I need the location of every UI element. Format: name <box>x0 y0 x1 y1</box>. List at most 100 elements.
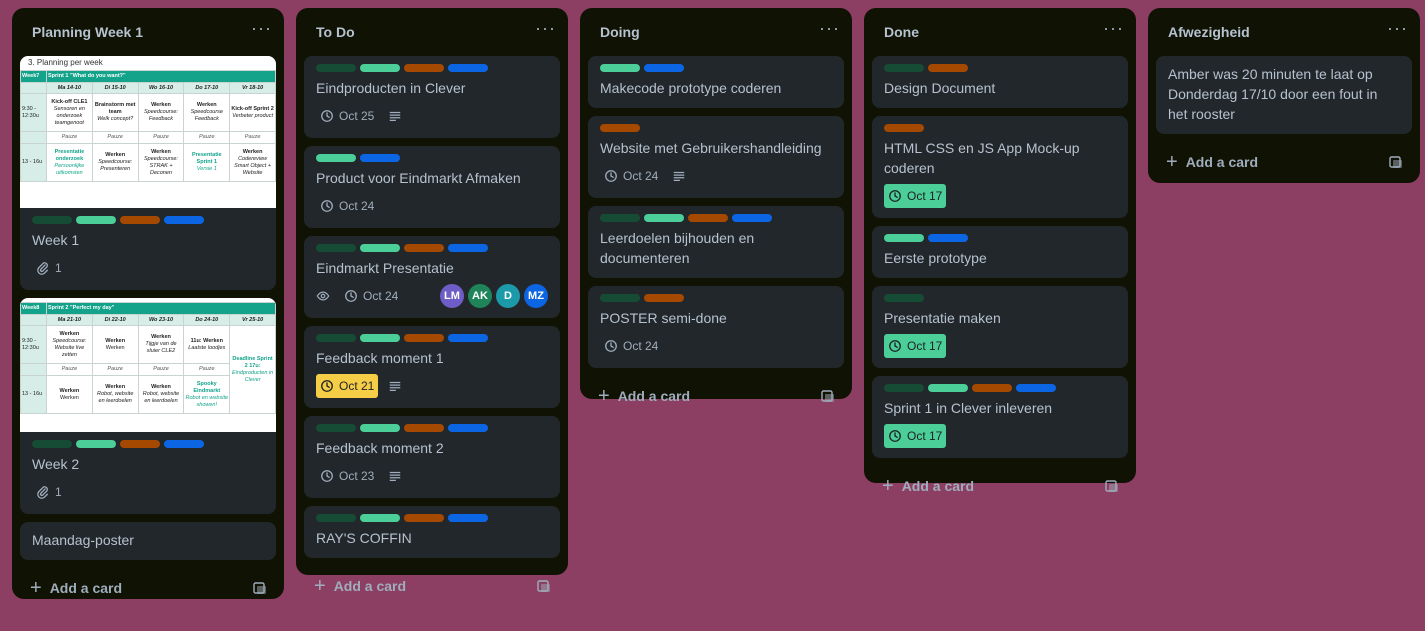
label-orange[interactable] <box>688 214 728 222</box>
label-orange[interactable] <box>972 384 1012 392</box>
label-blue[interactable] <box>644 64 684 72</box>
label-blue[interactable] <box>1016 384 1056 392</box>
label-darkgreen[interactable] <box>884 384 924 392</box>
label-blue[interactable] <box>164 440 204 448</box>
avatar[interactable]: D <box>496 284 520 308</box>
card-eindmarkt-presentatie[interactable]: Eindmarkt Presentatie Oct 24 LM AK D MZ <box>304 236 560 318</box>
due-date-badge[interactable]: Oct 24 <box>340 284 402 308</box>
label-green[interactable] <box>884 234 924 242</box>
label-orange[interactable] <box>404 424 444 432</box>
label-blue[interactable] <box>448 424 488 432</box>
card-makecode-prototype[interactable]: Makecode prototype coderen <box>588 56 844 108</box>
label-darkgreen[interactable] <box>32 216 72 224</box>
label-blue[interactable] <box>732 214 772 222</box>
due-date-badge[interactable]: Oct 24 <box>600 334 662 358</box>
card-presentatie-maken[interactable]: Presentatie maken Oct 17 <box>872 286 1128 368</box>
list-title[interactable]: Done <box>884 24 919 40</box>
label-orange[interactable] <box>404 64 444 72</box>
due-date-badge[interactable]: Oct 24 <box>316 194 378 218</box>
add-card-button[interactable]: + Add a card <box>1166 152 1258 172</box>
label-green[interactable] <box>76 216 116 224</box>
due-date-badge-complete[interactable]: Oct 17 <box>884 424 947 448</box>
label-darkgreen[interactable] <box>884 294 924 302</box>
list-menu-button[interactable]: ··· <box>1387 19 1408 41</box>
list-title[interactable]: Doing <box>600 24 640 40</box>
card-maandag-poster[interactable]: Maandag-poster <box>20 522 276 560</box>
label-blue[interactable] <box>928 234 968 242</box>
card-rays-coffin[interactable]: RAY'S COFFIN <box>304 506 560 558</box>
due-date-badge-complete[interactable]: Oct 17 <box>884 184 947 208</box>
card-leerdoelen[interactable]: Leerdoelen bijhouden en documenteren <box>588 206 844 278</box>
avatar[interactable]: MZ <box>524 284 548 308</box>
label-green[interactable] <box>360 64 400 72</box>
add-card-button[interactable]: + Add a card <box>598 386 690 406</box>
label-blue[interactable] <box>448 244 488 252</box>
due-date-badge[interactable]: Oct 23 <box>316 464 378 488</box>
card-design-document[interactable]: Design Document <box>872 56 1128 108</box>
label-darkgreen[interactable] <box>316 64 356 72</box>
label-orange[interactable] <box>120 440 160 448</box>
label-green[interactable] <box>644 214 684 222</box>
label-darkgreen[interactable] <box>32 440 72 448</box>
label-orange[interactable] <box>600 124 640 132</box>
card-sprint-1-inleveren[interactable]: Sprint 1 in Clever inleveren Oct 17 <box>872 376 1128 458</box>
list-title[interactable]: To Do <box>316 24 355 40</box>
label-orange[interactable] <box>404 514 444 522</box>
label-darkgreen[interactable] <box>316 244 356 252</box>
label-darkgreen[interactable] <box>316 514 356 522</box>
card-html-css-js-mockup[interactable]: HTML CSS en JS App Mock-up coderen Oct 1… <box>872 116 1128 218</box>
label-orange[interactable] <box>120 216 160 224</box>
label-blue[interactable] <box>448 334 488 342</box>
label-green[interactable] <box>360 244 400 252</box>
due-date-badge[interactable]: Oct 25 <box>316 104 378 128</box>
card-feedback-moment-2[interactable]: Feedback moment 2 Oct 23 <box>304 416 560 498</box>
label-green[interactable] <box>600 64 640 72</box>
label-darkgreen[interactable] <box>600 214 640 222</box>
create-from-template-icon[interactable] <box>1388 154 1404 170</box>
list-menu-button[interactable]: ··· <box>1103 19 1124 41</box>
card-week-1[interactable]: 3. Planning per week Week7 Sprint 1 "Wha… <box>20 56 276 290</box>
card-eerste-prototype[interactable]: Eerste prototype <box>872 226 1128 278</box>
due-date-badge[interactable]: Oct 24 <box>600 164 662 188</box>
avatar[interactable]: AK <box>468 284 492 308</box>
list-title[interactable]: Planning Week 1 <box>32 24 143 40</box>
add-card-button[interactable]: + Add a card <box>882 476 974 496</box>
label-orange[interactable] <box>884 124 924 132</box>
card-week-2[interactable]: Week8 Sprint 2 "Perfect my day" Ma 21-10… <box>20 298 276 514</box>
label-blue[interactable] <box>448 514 488 522</box>
list-menu-button[interactable]: ··· <box>251 19 272 41</box>
label-blue[interactable] <box>448 64 488 72</box>
label-orange[interactable] <box>404 244 444 252</box>
card-product-voor-eindmarkt[interactable]: Product voor Eindmarkt Afmaken Oct 24 <box>304 146 560 228</box>
card-amber-te-laat[interactable]: Amber was 20 minuten te laat op Donderda… <box>1156 56 1412 134</box>
card-website-gebruikershandleiding[interactable]: Website met Gebruikershandleiding Oct 24 <box>588 116 844 198</box>
label-blue[interactable] <box>164 216 204 224</box>
create-from-template-icon[interactable] <box>820 388 836 404</box>
label-darkgreen[interactable] <box>316 334 356 342</box>
label-green[interactable] <box>360 514 400 522</box>
label-orange[interactable] <box>404 334 444 342</box>
list-menu-button[interactable]: ··· <box>819 19 840 41</box>
label-orange[interactable] <box>928 64 968 72</box>
create-from-template-icon[interactable] <box>1104 478 1120 494</box>
label-green[interactable] <box>76 440 116 448</box>
card-eindproducten-in-clever[interactable]: Eindproducten in Clever Oct 25 <box>304 56 560 138</box>
label-blue[interactable] <box>360 154 400 162</box>
label-orange[interactable] <box>644 294 684 302</box>
label-green[interactable] <box>316 154 356 162</box>
create-from-template-icon[interactable] <box>536 578 552 594</box>
due-date-badge[interactable]: Oct 21 <box>316 374 379 398</box>
label-green[interactable] <box>928 384 968 392</box>
label-green[interactable] <box>360 334 400 342</box>
list-menu-button[interactable]: ··· <box>535 19 556 41</box>
label-darkgreen[interactable] <box>600 294 640 302</box>
list-title[interactable]: Afwezigheid <box>1168 24 1250 40</box>
add-card-button[interactable]: + Add a card <box>314 576 406 596</box>
create-from-template-icon[interactable] <box>252 580 268 596</box>
card-feedback-moment-1[interactable]: Feedback moment 1 Oct 21 <box>304 326 560 408</box>
card-poster-semi-done[interactable]: POSTER semi-done Oct 24 <box>588 286 844 368</box>
add-card-button[interactable]: + Add a card <box>30 578 122 598</box>
due-date-badge-complete[interactable]: Oct 17 <box>884 334 947 358</box>
label-green[interactable] <box>360 424 400 432</box>
avatar[interactable]: LM <box>440 284 464 308</box>
